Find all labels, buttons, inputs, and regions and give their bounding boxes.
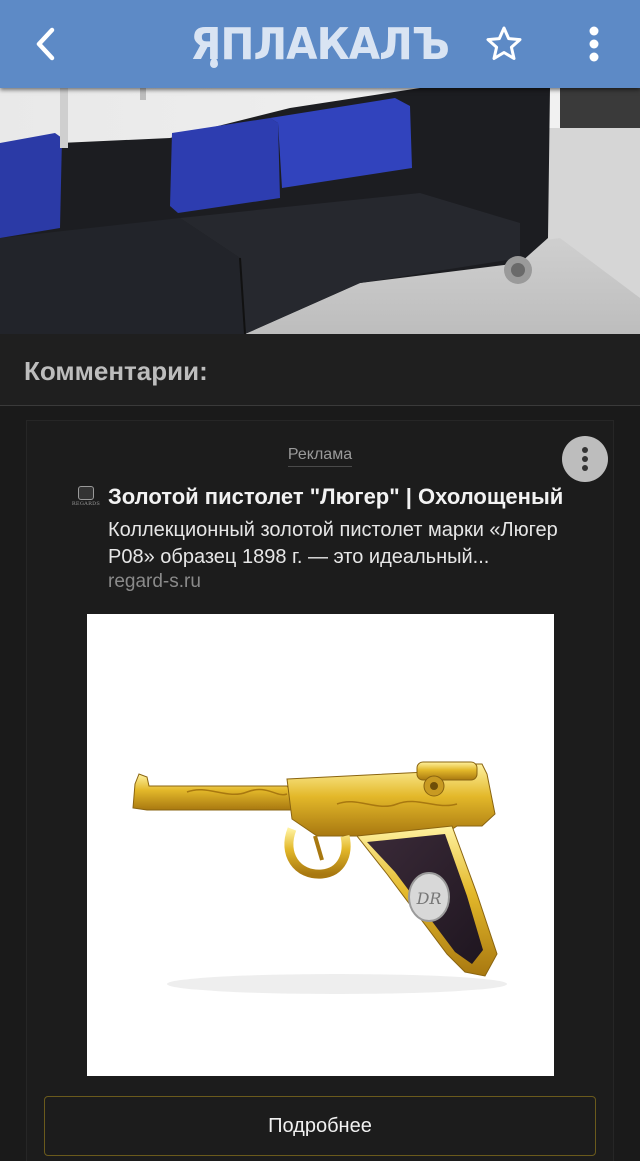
more-vertical-icon (589, 26, 599, 62)
more-vertical-icon (582, 447, 588, 471)
svg-text:DR: DR (416, 889, 442, 908)
ad-more-button[interactable]: Подробнее (44, 1096, 596, 1156)
advertiser-logo-text: REGARDS (71, 501, 101, 507)
advertiser-logo[interactable]: REGARDS (72, 486, 100, 510)
top-app-bar: ЯПЛАКАЛЪ (0, 0, 640, 88)
chevron-left-icon (36, 27, 55, 61)
advertiser-logo-icon (78, 486, 94, 500)
ad-label-text: Реклама (287, 446, 353, 467)
ad-description[interactable]: Коллекционный золотой пистолет марки «Лю… (108, 517, 608, 571)
ad-image[interactable]: DR (87, 614, 554, 1076)
sofa-photo (0, 88, 640, 334)
ad-label: Реклама (0, 446, 640, 467)
ad-more-button-label: Подробнее (268, 1114, 372, 1137)
favorite-button[interactable] (480, 20, 528, 68)
comments-header: Комментарии: (0, 334, 640, 406)
ad-title[interactable]: Золотой пистолет "Люгер" | Охолощеный (108, 484, 628, 510)
gold-pistol-image: DR (132, 761, 507, 994)
overflow-menu-button[interactable] (572, 20, 616, 68)
screen: ЯПЛАКАЛЪ Комментарии: Реклама REGARDS Зо… (0, 0, 640, 1161)
ad-options-button[interactable] (562, 436, 608, 482)
comments-title: Комментарии: (24, 356, 208, 386)
site-logo[interactable]: ЯПЛАКАЛЪ (180, 18, 460, 70)
logo-drop-mark (210, 58, 218, 68)
site-logo-text: ЯПЛАКАЛЪ (190, 18, 451, 70)
ad-domain[interactable]: regard-s.ru (108, 571, 201, 593)
star-outline-icon (486, 26, 522, 60)
back-button[interactable] (22, 20, 70, 68)
post-image[interactable] (0, 88, 640, 334)
